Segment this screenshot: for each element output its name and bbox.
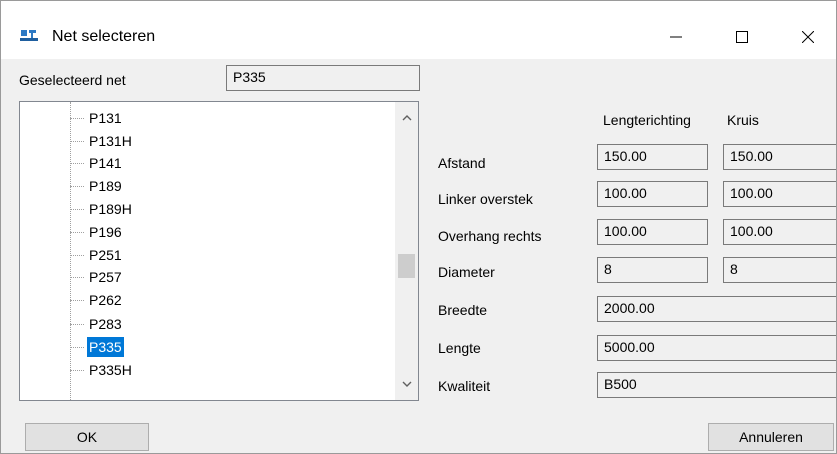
window-title: Net selecteren	[52, 28, 156, 45]
afstand-length-field: 150.00	[597, 144, 708, 170]
chevron-up-icon	[402, 115, 411, 121]
tree-item-label: P251	[89, 247, 122, 263]
scroll-up-button[interactable]	[395, 108, 418, 128]
tree-item[interactable]: P335H	[70, 359, 134, 381]
lengte-field: 5000.00	[597, 335, 836, 361]
maximize-button[interactable]	[719, 15, 765, 59]
close-icon	[802, 31, 814, 43]
column-header-cross: Kruis	[727, 112, 759, 128]
afstand-label: Afstand	[438, 155, 486, 171]
chevron-down-icon	[402, 381, 411, 387]
net-tree[interactable]: P131 P131H P141 P189 P189H P196 P251 P25…	[19, 101, 419, 401]
overhang-rechts-cross-field: 100.00	[723, 219, 836, 245]
tree-item-label: P335H	[89, 362, 132, 378]
tree-item[interactable]: P189H	[70, 197, 134, 221]
diameter-label: Diameter	[438, 264, 495, 280]
tree-item[interactable]: P131	[70, 106, 124, 130]
tree-item[interactable]: P262	[70, 289, 124, 311]
tree-content: P131 P131H P141 P189 P189H P196 P251 P25…	[20, 102, 395, 400]
tree-item-label: P131H	[89, 133, 132, 149]
scroll-down-button[interactable]	[395, 374, 418, 394]
breedte-label: Breedte	[438, 302, 488, 318]
overhang-rechts-label: Overhang rechts	[438, 228, 542, 244]
tree-item-label: P141	[89, 155, 122, 171]
breedte-field: 2000.00	[597, 296, 836, 322]
dialog-window: Net selecteren Geselecteerd net P335 P13…	[0, 0, 837, 454]
diameter-cross-field: 8	[723, 257, 836, 283]
column-header-length: Lengterichting	[603, 112, 691, 128]
title-bar: Net selecteren	[1, 1, 836, 59]
kwaliteit-label: Kwaliteit	[438, 378, 491, 394]
cancel-button[interactable]: Annuleren	[708, 423, 834, 451]
selected-net-field: P335	[226, 65, 420, 91]
tree-item-label: P283	[89, 316, 122, 332]
diameter-length-field: 8	[597, 257, 708, 283]
tree-item[interactable]: P251	[70, 244, 124, 266]
tree-scrollbar[interactable]	[395, 102, 418, 400]
tree-item-label: P131	[89, 110, 122, 126]
minimize-button[interactable]	[653, 15, 699, 59]
tree-item-label: P335	[87, 337, 124, 357]
tree-item[interactable]: P196	[70, 220, 124, 244]
tree-item[interactable]: P141	[70, 151, 124, 175]
ok-button[interactable]: OK	[25, 423, 149, 451]
maximize-icon	[736, 31, 748, 43]
linker-overstek-label: Linker overstek	[438, 191, 533, 207]
lengte-label: Lengte	[438, 340, 481, 356]
afstand-cross-field: 150.00	[723, 144, 836, 170]
linker-overstek-length-field: 100.00	[597, 181, 708, 207]
linker-overstek-cross-field: 100.00	[723, 181, 836, 207]
tree-item-selected[interactable]: P335	[70, 335, 124, 359]
minimize-icon	[670, 36, 682, 38]
overhang-rechts-length-field: 100.00	[597, 219, 708, 245]
tree-item-label: P189H	[89, 201, 132, 217]
net-app-icon	[20, 30, 38, 41]
tree-item-label: P196	[89, 224, 122, 240]
tree-item[interactable]: P189	[70, 175, 124, 197]
tree-item[interactable]: P131H	[70, 130, 134, 152]
tree-item-label: P257	[89, 269, 122, 285]
tree-item[interactable]: P283	[70, 312, 124, 336]
selected-net-label: Geselecteerd net	[19, 72, 126, 88]
tree-item-label: P262	[89, 292, 122, 308]
tree-item-label: P189	[89, 178, 122, 194]
scroll-thumb[interactable]	[398, 254, 415, 278]
kwaliteit-field: B500	[597, 372, 836, 398]
close-button[interactable]	[785, 15, 831, 59]
tree-item[interactable]: P257	[70, 265, 124, 289]
